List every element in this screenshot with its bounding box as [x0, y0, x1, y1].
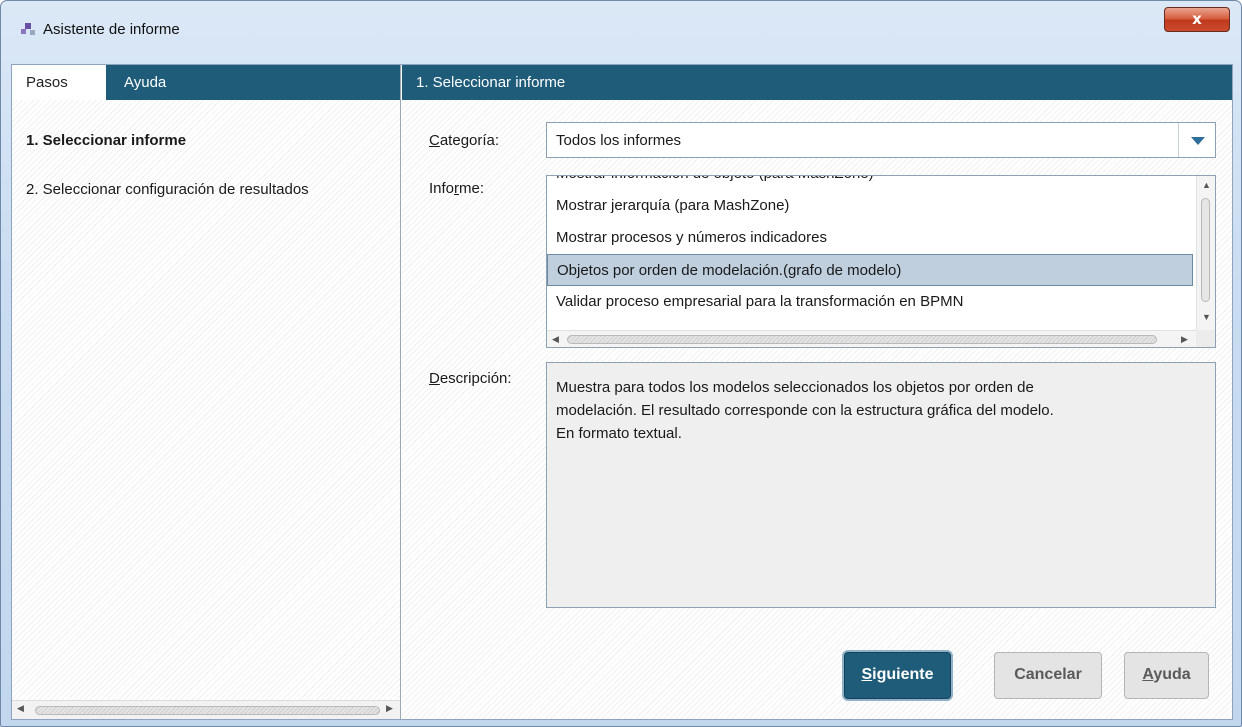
report-list[interactable]: Mostrar información de objeto (para Mash…	[546, 175, 1216, 348]
list-item[interactable]: Mostrar información de objeto (para Mash…	[547, 176, 1193, 190]
close-icon: x	[1192, 10, 1202, 28]
list-item[interactable]: Mostrar procesos y números indicadores	[547, 222, 1193, 254]
help-button[interactable]: Ayuda	[1124, 652, 1209, 699]
tab-ayuda[interactable]: Ayuda	[110, 65, 190, 100]
close-button[interactable]: x	[1164, 7, 1230, 32]
report-list-vertical-scrollbar[interactable]: ▲ ▼	[1196, 176, 1215, 330]
category-select-value: Todos los informes	[556, 132, 682, 149]
description-text: Muestra para todos los modelos seleccion…	[546, 362, 1216, 608]
page-title: 1. Seleccionar informe	[402, 65, 1232, 100]
scrollbar-thumb[interactable]	[567, 335, 1157, 344]
scroll-right-icon[interactable]: ▶	[386, 703, 393, 714]
step-item-output-settings[interactable]: 2. Seleccionar configuración de resultad…	[26, 181, 309, 198]
scrollbar-thumb[interactable]	[35, 706, 380, 715]
scrollbar-thumb[interactable]	[1201, 198, 1210, 302]
window-title: Asistente de informe	[43, 21, 180, 38]
description-line: modelación. El resultado corresponde con…	[556, 402, 1054, 419]
list-item[interactable]: Mostrar jerarquía (para MashZone)	[547, 190, 1193, 222]
description-label: Descripción:	[429, 370, 512, 387]
scroll-right-icon[interactable]: ▶	[1181, 334, 1188, 345]
scroll-left-icon[interactable]: ◀	[552, 334, 559, 345]
steps-list: 1. Seleccionar informe 2. Seleccionar co…	[12, 100, 400, 700]
step-item-select-report[interactable]: 1. Seleccionar informe	[26, 132, 186, 149]
scroll-left-icon[interactable]: ◀	[17, 703, 24, 714]
scroll-down-icon[interactable]: ▼	[1202, 312, 1211, 322]
scroll-up-icon[interactable]: ▲	[1202, 180, 1211, 190]
list-item-selected[interactable]: Objetos por orden de modelación.(grafo d…	[547, 254, 1193, 286]
cancel-button[interactable]: Cancelar	[994, 652, 1102, 699]
category-label: Categoría:	[429, 132, 500, 149]
content-pane: 1. Seleccionar informe Categoría: Todos …	[402, 65, 1232, 719]
list-item[interactable]: Validar proceso empresarial para la tran…	[547, 286, 1193, 318]
steps-pane: Pasos Ayuda 1. Seleccionar informe 2. Se…	[12, 65, 401, 719]
chevron-down-icon	[1191, 137, 1205, 145]
report-label: Informe:	[429, 180, 485, 197]
app-icon	[21, 23, 37, 35]
report-list-horizontal-scrollbar[interactable]: ◀ ▶	[547, 330, 1197, 347]
description-line: Muestra para todos los modelos seleccion…	[556, 379, 1034, 396]
description-line: En formato textual.	[556, 425, 682, 442]
dialog-client-area: Pasos Ayuda 1. Seleccionar informe 2. Se…	[11, 64, 1233, 720]
report-wizard-window: Asistente de informe x Pasos Ayuda 1. Se…	[0, 0, 1242, 727]
steps-horizontal-scrollbar[interactable]: ◀ ▶	[12, 700, 400, 719]
category-dropdown-button[interactable]	[1178, 123, 1215, 157]
title-bar: Asistente de informe x	[1, 1, 1241, 55]
left-tab-bar: Pasos Ayuda	[12, 65, 400, 100]
scrollbar-corner	[1196, 330, 1215, 347]
category-select[interactable]: Todos los informes	[546, 122, 1216, 158]
tab-pasos[interactable]: Pasos	[12, 65, 106, 100]
next-button[interactable]: Siguiente	[844, 652, 951, 699]
